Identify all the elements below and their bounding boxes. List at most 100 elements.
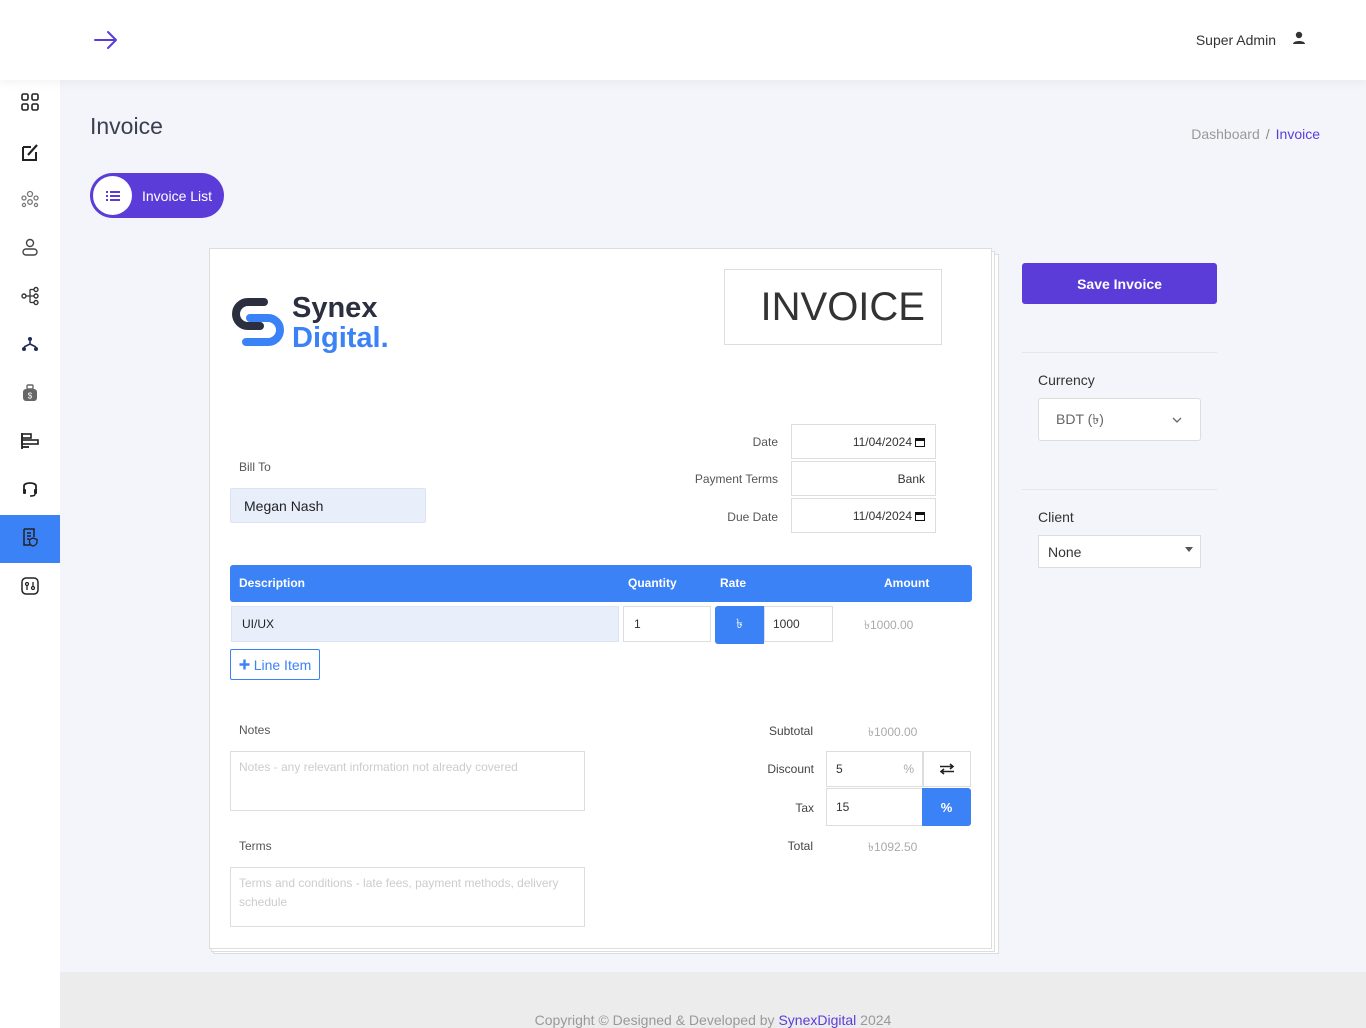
sidebar-item-invoice[interactable]	[0, 515, 60, 563]
client-value: None	[1048, 543, 1082, 560]
line-item-rate-input[interactable]: 1000	[764, 606, 833, 642]
tax-input[interactable]: 15	[826, 788, 923, 826]
terms-label: Terms	[239, 839, 272, 853]
top-bar: Super Admin	[0, 0, 1366, 80]
sidebar-item-groups[interactable]	[0, 177, 60, 225]
invoice-icon	[20, 527, 40, 552]
col-rate: Rate	[720, 576, 747, 590]
calendar-icon	[915, 437, 925, 447]
logo-text-digital: Digital.	[292, 322, 389, 354]
tax-percent-button[interactable]: %	[922, 788, 971, 826]
date-label: Date	[752, 435, 778, 449]
add-line-item-label: Line Item	[253, 656, 312, 673]
discount-input[interactable]: 5 %	[826, 751, 923, 787]
discount-toggle-button[interactable]	[923, 751, 971, 787]
hierarchy-icon	[20, 286, 40, 311]
user-icon	[1292, 31, 1306, 48]
save-invoice-button[interactable]: Save Invoice	[1022, 263, 1217, 304]
company-logo: Synex Digital.	[230, 293, 389, 353]
dashboard-grid-icon	[20, 92, 40, 117]
chevron-down-icon	[1172, 416, 1182, 424]
date-input[interactable]: 11/04/2024	[791, 424, 936, 459]
swap-arrows-icon	[939, 763, 955, 775]
logo-mark-icon	[232, 298, 284, 346]
line-item-amount: ৳1000.00	[864, 618, 914, 632]
page-title: Invoice	[90, 113, 163, 139]
breadcrumb: Dashboard / Invoice	[1191, 126, 1320, 142]
client-select[interactable]: None	[1038, 535, 1201, 568]
sidebar-item-finance[interactable]: $	[0, 371, 60, 419]
sidebar-item-sitemap[interactable]	[0, 322, 60, 370]
discount-unit: %	[903, 762, 914, 776]
sidebar-item-support[interactable]	[0, 466, 60, 514]
currency-label: Currency	[1038, 372, 1095, 388]
list-icon	[93, 176, 132, 215]
divider	[1022, 489, 1217, 490]
align-icon	[20, 431, 40, 456]
edit-icon	[20, 142, 40, 167]
payment-terms-input[interactable]: Bank	[791, 461, 936, 496]
invoice-list-button[interactable]: Invoice List	[90, 173, 224, 218]
due-date-label: Due Date	[727, 510, 778, 524]
currency-value: BDT (৳)	[1056, 410, 1104, 427]
sidebar-item-settings[interactable]	[0, 564, 60, 612]
total-value: ৳1092.50	[868, 840, 918, 854]
sidebar-item-dashboard[interactable]	[0, 80, 60, 128]
user-name: Super Admin	[1195, 31, 1276, 48]
tax-label: Tax	[795, 801, 814, 815]
sidebar: $	[0, 80, 60, 1028]
user-icon	[20, 237, 40, 262]
arrow-right-icon[interactable]	[92, 28, 120, 52]
user-menu[interactable]: Super Admin	[1196, 31, 1306, 48]
sidebar-item-hierarchy[interactable]	[0, 274, 60, 322]
settings-icon	[20, 576, 40, 601]
footer-brand-link[interactable]: SynexDigital	[778, 1012, 856, 1028]
date-value: 11/04/2024	[852, 434, 912, 449]
col-description: Description	[239, 576, 306, 590]
breadcrumb-current: Invoice	[1275, 126, 1320, 142]
footer: Copyright © Designed & Developed by Syne…	[60, 972, 1366, 1028]
add-line-item-button[interactable]: Line Item	[230, 649, 320, 680]
col-quantity: Quantity	[628, 576, 677, 590]
money-bag-icon: $	[20, 383, 40, 408]
invoice-paper: Synex Digital. INVOICE Bill To Megan Nas…	[209, 248, 992, 949]
breadcrumb-separator: /	[1265, 126, 1270, 142]
divider	[1022, 352, 1217, 353]
users-group-icon	[20, 189, 40, 214]
calendar-icon	[915, 511, 925, 521]
discount-value: 5	[836, 762, 843, 776]
notes-textarea[interactable]: Notes - any relevant information not alr…	[230, 751, 585, 811]
headphones-icon	[20, 478, 40, 503]
footer-year: 2024	[860, 1012, 892, 1028]
footer-copyright: Copyright © Designed & Developed by	[534, 1012, 775, 1028]
due-date-input[interactable]: 11/04/2024	[791, 498, 936, 533]
svg-text:$: $	[28, 391, 33, 400]
terms-textarea[interactable]: Terms and conditions - late fees, paymen…	[230, 867, 585, 927]
invoice-list-label: Invoice List	[142, 187, 213, 204]
line-items-header: Description Quantity Rate Amount	[230, 565, 972, 602]
due-date-value: 11/04/2024	[852, 508, 912, 523]
client-label: Client	[1038, 509, 1074, 525]
logo-text-synex: Synex	[292, 292, 378, 324]
line-item-description-input[interactable]: UI/UX	[231, 606, 619, 642]
sidebar-item-align[interactable]	[0, 419, 60, 467]
currency-symbol-addon: ৳	[715, 606, 764, 644]
bill-to-label: Bill To	[239, 460, 271, 474]
total-label: Total	[787, 839, 813, 853]
plus-icon	[239, 659, 250, 670]
payment-terms-label: Payment Terms	[694, 472, 778, 486]
invoice-title[interactable]: INVOICE	[724, 269, 942, 345]
subtotal-label: Subtotal	[768, 724, 813, 738]
notes-label: Notes	[239, 723, 271, 737]
line-item-quantity-input[interactable]: 1	[623, 606, 711, 642]
sidebar-item-user[interactable]	[0, 225, 60, 273]
subtotal-value: ৳1000.00	[868, 725, 918, 739]
discount-label: Discount	[767, 762, 814, 776]
bill-to-input[interactable]: Megan Nash	[230, 488, 426, 523]
caret-down-icon	[1185, 547, 1193, 552]
sidebar-item-edit[interactable]	[0, 130, 60, 178]
sitemap-icon	[20, 334, 40, 359]
currency-select[interactable]: BDT (৳)	[1038, 398, 1201, 441]
breadcrumb-home[interactable]: Dashboard	[1191, 126, 1260, 142]
col-amount: Amount	[884, 576, 930, 590]
